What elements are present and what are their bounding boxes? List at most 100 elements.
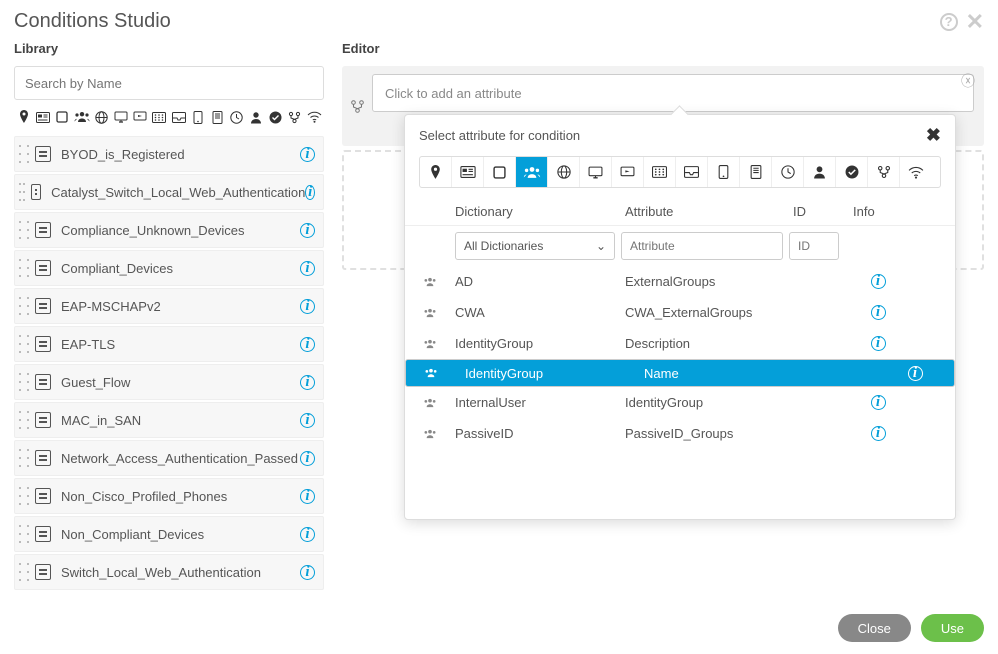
search-input[interactable]: [14, 66, 324, 100]
attribute-row[interactable]: InternalUser IdentityGroup i: [405, 387, 955, 418]
editor-label: Editor: [342, 41, 984, 56]
drag-handle-icon[interactable]: [19, 335, 29, 353]
server-icon[interactable]: [208, 108, 227, 126]
attribute-row[interactable]: AD ExternalGroups i: [405, 266, 955, 297]
info-icon[interactable]: i: [871, 336, 886, 351]
drag-handle-icon[interactable]: [19, 145, 29, 163]
library-item[interactable]: Non_Compliant_Devices i: [14, 516, 324, 552]
hierarchy-icon[interactable]: [285, 108, 304, 126]
library-item-label: Guest_Flow: [61, 375, 300, 390]
info-icon[interactable]: i: [300, 489, 315, 504]
wifi-icon[interactable]: [900, 157, 932, 187]
library-item[interactable]: Compliance_Unknown_Devices i: [14, 212, 324, 248]
use-button[interactable]: Use: [921, 614, 984, 642]
hierarchy-icon[interactable]: [342, 74, 372, 138]
library-item-label: Catalyst_Switch_Local_Web_Authentication: [51, 185, 305, 200]
library-item[interactable]: Switch_Local_Web_Authentication i: [14, 554, 324, 590]
library-item[interactable]: BYOD_is_Registered i: [14, 136, 324, 172]
square-icon[interactable]: [484, 157, 516, 187]
info-icon[interactable]: i: [871, 274, 886, 289]
globe-icon[interactable]: [92, 108, 111, 126]
column-id: ID: [793, 204, 853, 219]
server-icon[interactable]: [740, 157, 772, 187]
presentation-icon[interactable]: [130, 108, 149, 126]
info-icon[interactable]: i: [300, 451, 315, 466]
mobile-icon[interactable]: [708, 157, 740, 187]
info-icon[interactable]: i: [300, 223, 315, 238]
clear-icon[interactable]: ⓧ: [961, 71, 975, 91]
clock-icon[interactable]: [227, 108, 246, 126]
info-icon[interactable]: i: [300, 527, 315, 542]
user-icon[interactable]: [247, 108, 266, 126]
info-icon[interactable]: i: [300, 337, 315, 352]
drag-handle-icon[interactable]: [19, 487, 29, 505]
check-circle-icon[interactable]: [836, 157, 868, 187]
library-item[interactable]: EAP-TLS i: [14, 326, 324, 362]
drag-handle-icon[interactable]: [19, 297, 29, 315]
group-icon[interactable]: [516, 157, 548, 187]
info-icon[interactable]: i: [300, 147, 315, 162]
library-item-label: Compliance_Unknown_Devices: [61, 223, 300, 238]
info-icon[interactable]: i: [300, 261, 315, 276]
pin-icon[interactable]: [14, 108, 33, 126]
drag-handle-icon[interactable]: [19, 525, 29, 543]
drag-handle-icon[interactable]: [19, 411, 29, 429]
close-icon[interactable]: ✖: [926, 125, 941, 146]
check-circle-icon[interactable]: [266, 108, 285, 126]
mobile-icon[interactable]: [188, 108, 207, 126]
library-item[interactable]: Compliant_Devices i: [14, 250, 324, 286]
hierarchy-icon[interactable]: [868, 157, 900, 187]
info-icon[interactable]: i: [300, 375, 315, 390]
info-icon[interactable]: i: [871, 395, 886, 410]
info-icon[interactable]: i: [871, 426, 886, 441]
monitor-icon[interactable]: [111, 108, 130, 126]
library-item[interactable]: Non_Cisco_Profiled_Phones i: [14, 478, 324, 514]
attribute-filter-input[interactable]: [621, 232, 783, 260]
close-button[interactable]: Close: [838, 614, 911, 642]
library-item-label: Compliant_Devices: [61, 261, 300, 276]
id-filter-input[interactable]: [789, 232, 839, 260]
wifi-icon[interactable]: [305, 108, 324, 126]
pin-icon[interactable]: [420, 157, 452, 187]
card-icon[interactable]: [33, 108, 52, 126]
drag-handle-icon[interactable]: [19, 183, 25, 201]
help-icon[interactable]: ?: [940, 13, 958, 31]
dictionary-select[interactable]: All Dictionaries⌄: [455, 232, 615, 260]
attribute-input[interactable]: Click to add an attribute ⓧ: [372, 74, 974, 112]
close-icon[interactable]: ✕: [966, 13, 984, 31]
info-icon[interactable]: i: [300, 565, 315, 580]
drag-handle-icon[interactable]: [19, 373, 29, 391]
keypad-icon[interactable]: [644, 157, 676, 187]
presentation-icon[interactable]: [612, 157, 644, 187]
attribute-row[interactable]: CWA CWA_ExternalGroups i: [405, 297, 955, 328]
drag-handle-icon[interactable]: [19, 221, 29, 239]
document-icon: [35, 298, 51, 314]
library-item[interactable]: Network_Access_Authentication_Passed i: [14, 440, 324, 476]
square-icon[interactable]: [53, 108, 72, 126]
globe-icon[interactable]: [548, 157, 580, 187]
clock-icon[interactable]: [772, 157, 804, 187]
drag-handle-icon[interactable]: [19, 259, 29, 277]
info-icon[interactable]: i: [300, 299, 315, 314]
group-icon[interactable]: [72, 108, 91, 126]
attribute-row[interactable]: IdentityGroup Description i: [405, 328, 955, 359]
attribute-row[interactable]: IdentityGroup Name i: [405, 359, 955, 387]
drag-handle-icon[interactable]: [19, 563, 29, 581]
card-icon[interactable]: [452, 157, 484, 187]
monitor-icon[interactable]: [580, 157, 612, 187]
library-item[interactable]: MAC_in_SAN i: [14, 402, 324, 438]
info-icon[interactable]: i: [871, 305, 886, 320]
library-item[interactable]: EAP-MSCHAPv2 i: [14, 288, 324, 324]
inbox-icon[interactable]: [169, 108, 188, 126]
keypad-icon[interactable]: [150, 108, 169, 126]
attribute-row[interactable]: PassiveID PassiveID_Groups i: [405, 418, 955, 449]
info-icon[interactable]: i: [908, 366, 923, 381]
drag-handle-icon[interactable]: [19, 449, 29, 467]
info-icon[interactable]: i: [300, 413, 315, 428]
inbox-icon[interactable]: [676, 157, 708, 187]
row-attribute: ExternalGroups: [625, 274, 793, 289]
library-item[interactable]: Guest_Flow i: [14, 364, 324, 400]
info-icon[interactable]: i: [305, 185, 315, 200]
library-item[interactable]: Catalyst_Switch_Local_Web_Authentication…: [14, 174, 324, 210]
user-icon[interactable]: [804, 157, 836, 187]
